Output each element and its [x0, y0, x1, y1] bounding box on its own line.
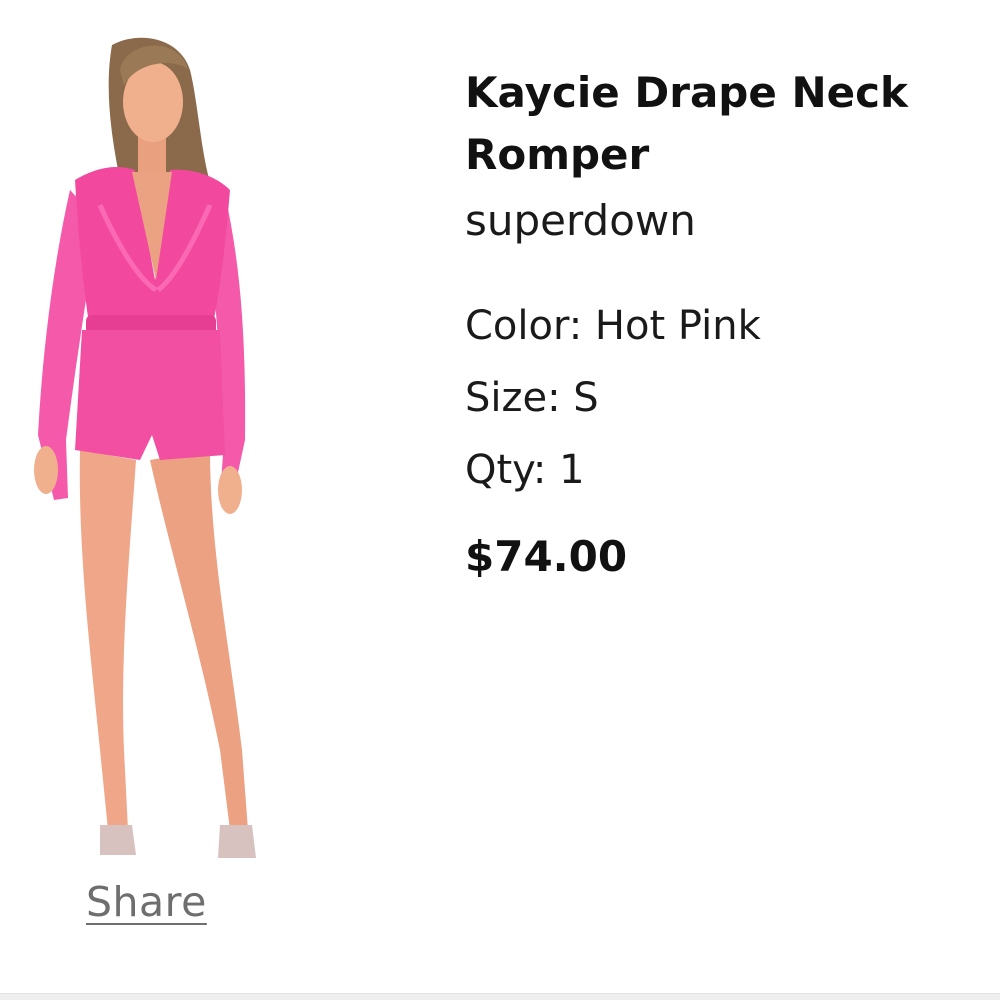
- bottom-divider: [0, 993, 1000, 1000]
- model-photo-illustration: [34, 37, 256, 858]
- product-attributes: Color: Hot Pink Size: S Qty: 1: [465, 290, 985, 506]
- brand-name: superdown: [465, 196, 696, 245]
- size-attribute: Size: S: [465, 375, 599, 421]
- share-link[interactable]: Share: [86, 878, 207, 926]
- cart-item-card: Share Kaycie Drape Neck Romper superdown…: [0, 0, 1000, 995]
- product-image[interactable]: [20, 30, 280, 880]
- color-attribute: Color: Hot Pink: [465, 303, 761, 349]
- product-details: Kaycie Drape Neck Romper superdown Color…: [465, 62, 985, 581]
- quantity-attribute: Qty: 1: [465, 447, 585, 493]
- product-price: $74.00: [465, 532, 628, 581]
- product-title[interactable]: Kaycie Drape Neck Romper: [465, 62, 985, 186]
